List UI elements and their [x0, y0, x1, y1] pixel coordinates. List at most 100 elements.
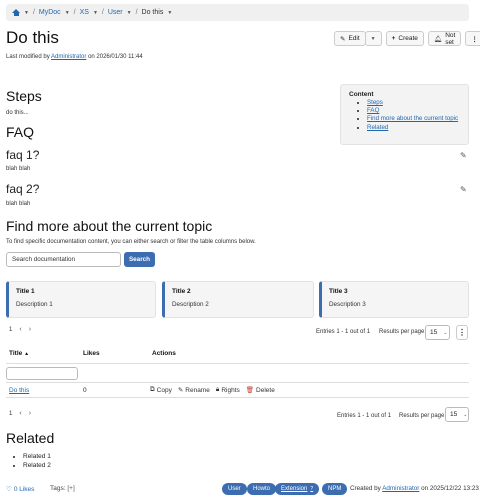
faq1-text: blah blah: [6, 166, 31, 172]
rights-action[interactable]: 🔒︎ Rights: [216, 386, 240, 394]
results-per-page-select[interactable]: 15 ⌄: [445, 407, 469, 422]
tag-npm[interactable]: NPM: [322, 483, 348, 495]
heading-steps: Steps: [6, 88, 42, 104]
row-likes: 0: [83, 387, 87, 394]
breadcrumb-current: Do this: [141, 9, 164, 16]
edit-section-icon[interactable]: ✎: [460, 185, 467, 194]
heading-faq1: faq 1?: [6, 148, 40, 162]
toc-item-steps[interactable]: Steps: [367, 99, 383, 106]
toc-title: Content: [349, 91, 374, 98]
rename-icon: ✎: [177, 387, 184, 394]
page-title: Do this: [6, 28, 59, 47]
edit-section-icon[interactable]: ✎: [460, 151, 467, 160]
table-options-button[interactable]: ⋮: [456, 325, 468, 340]
heading-faq: FAQ: [6, 124, 35, 140]
created-user-link[interactable]: Administrator: [382, 485, 419, 492]
next-page-icon[interactable]: ›: [29, 326, 31, 333]
search-input[interactable]: Search documentation: [6, 252, 121, 267]
toc-item-related[interactable]: Related: [367, 124, 388, 131]
breadcrumb-item-xs[interactable]: XS: [80, 9, 89, 16]
toc-item-find-more[interactable]: Find more about the current topic: [367, 115, 458, 122]
chevron-down-icon[interactable]: ▼: [167, 10, 172, 16]
list-item: Related 1: [23, 452, 51, 461]
lock-icon: 🔒︎: [215, 386, 220, 393]
chevron-down-icon: ▼: [370, 35, 376, 42]
tag-user[interactable]: User: [222, 483, 247, 495]
row-title-link[interactable]: Do this: [9, 387, 29, 394]
card-description: Description 1: [16, 301, 53, 308]
likes-button[interactable]: ♡ 0 Likes: [6, 485, 34, 494]
card-title: Title 2: [172, 288, 191, 295]
chevron-down-icon[interactable]: ▼: [93, 10, 98, 16]
card-description: Description 3: [329, 301, 366, 308]
add-tag-link[interactable]: [+]: [67, 485, 74, 492]
copy-icon: ⧉: [150, 386, 155, 393]
delete-action[interactable]: 🗑︎ Delete: [245, 386, 275, 395]
results-per-page-select[interactable]: 15 ⌄: [425, 325, 450, 340]
column-title-header[interactable]: Title ▲: [9, 350, 29, 357]
plus-icon: +: [391, 35, 396, 42]
chevron-down-icon[interactable]: ▼: [24, 10, 29, 16]
prev-page-icon[interactable]: ‹: [19, 410, 21, 417]
edit-button[interactable]: ✎ Edit: [334, 31, 366, 46]
trash-icon: 🗑︎: [245, 387, 255, 394]
entries-count: Entries 1 - 1 out of 1: [337, 413, 392, 419]
create-button[interactable]: + Create: [385, 31, 424, 46]
rename-action[interactable]: ✎ Rename: [177, 386, 210, 395]
page-number[interactable]: 1: [9, 327, 12, 333]
search-button[interactable]: Search: [124, 252, 155, 267]
heart-icon: ♡: [6, 486, 12, 493]
column-likes-header[interactable]: Likes: [83, 350, 100, 357]
topic-card[interactable]: Title 2 Description 2: [162, 281, 314, 318]
sort-asc-icon: ▲: [24, 351, 30, 357]
related-list: Related 1 Related 2: [15, 452, 51, 470]
faq2-text: blah blah: [6, 201, 31, 207]
chevron-down-icon[interactable]: ▼: [127, 10, 132, 16]
pagination-bottom: 1 ‹ ›: [9, 410, 31, 417]
breadcrumb-item-mydoc[interactable]: MyDoc: [39, 9, 61, 16]
title-filter-input[interactable]: [6, 367, 78, 380]
heading-related: Related: [6, 430, 55, 446]
tags-label: Tags: [+]: [50, 485, 75, 492]
breadcrumb: ▼ / MyDoc ▼ / XS ▼ / User ▼ / Do this ▼: [6, 4, 469, 21]
created-by: Created by Administrator on 2025/12/22 1…: [350, 485, 479, 492]
heading-find-more: Find more about the current topic: [6, 218, 213, 234]
more-actions-button[interactable]: ⋮: [465, 31, 480, 46]
modified-user-link[interactable]: Administrator: [51, 54, 86, 60]
tag-extension[interactable]: Extension?: [275, 483, 320, 495]
toc-item-faq[interactable]: FAQ: [367, 107, 379, 114]
chevron-down-icon: ⌄: [443, 329, 448, 336]
table-of-contents: Content Steps FAQ Find more about the cu…: [340, 84, 469, 145]
find-more-text: To find specific documentation content, …: [6, 239, 256, 245]
row-actions: ⧉ Copy ✎ Rename 🔒︎ Rights 🗑︎ Delete: [150, 386, 275, 394]
steps-text: do this...: [6, 110, 29, 116]
topic-card[interactable]: Title 3 Description 3: [319, 281, 469, 318]
column-actions-header: Actions: [152, 350, 176, 357]
card-description: Description 2: [172, 301, 209, 308]
tag-howto[interactable]: Howto: [247, 483, 277, 495]
topic-card[interactable]: Title 1 Description 1: [6, 281, 156, 318]
page-toolbar: ✎ Edit ▼ + Create 🔔︎ Not set ⋮: [334, 31, 480, 46]
notifications-button[interactable]: 🔔︎ Not set: [427, 31, 462, 46]
bell-icon: 🔔︎: [433, 35, 443, 43]
chevron-down-icon[interactable]: ▼: [65, 10, 70, 16]
heading-faq2: faq 2?: [6, 182, 40, 196]
page-number[interactable]: 1: [9, 411, 12, 417]
entries-count: Entries 1 - 1 out of 1: [316, 329, 371, 335]
home-icon[interactable]: [12, 8, 20, 17]
next-page-icon[interactable]: ›: [29, 410, 31, 417]
chevron-down-icon: ⌄: [463, 411, 468, 418]
copy-action[interactable]: ⧉ Copy: [150, 386, 172, 394]
list-item: Related 2: [23, 461, 51, 470]
last-modified: Last modified by Administrator on 2026/0…: [6, 54, 143, 60]
results-per-page-label: Results per page:: [399, 413, 447, 419]
prev-page-icon[interactable]: ‹: [19, 326, 21, 333]
results-per-page-label: Results per page:: [379, 329, 427, 335]
question-icon: ?: [310, 486, 314, 492]
breadcrumb-item-user[interactable]: User: [108, 9, 123, 16]
kebab-icon: ⋮: [471, 35, 478, 43]
card-title: Title 1: [16, 288, 35, 295]
edit-menu-button[interactable]: ▼: [364, 31, 382, 46]
card-title: Title 3: [329, 288, 348, 295]
pencil-icon: ✎: [340, 35, 346, 43]
